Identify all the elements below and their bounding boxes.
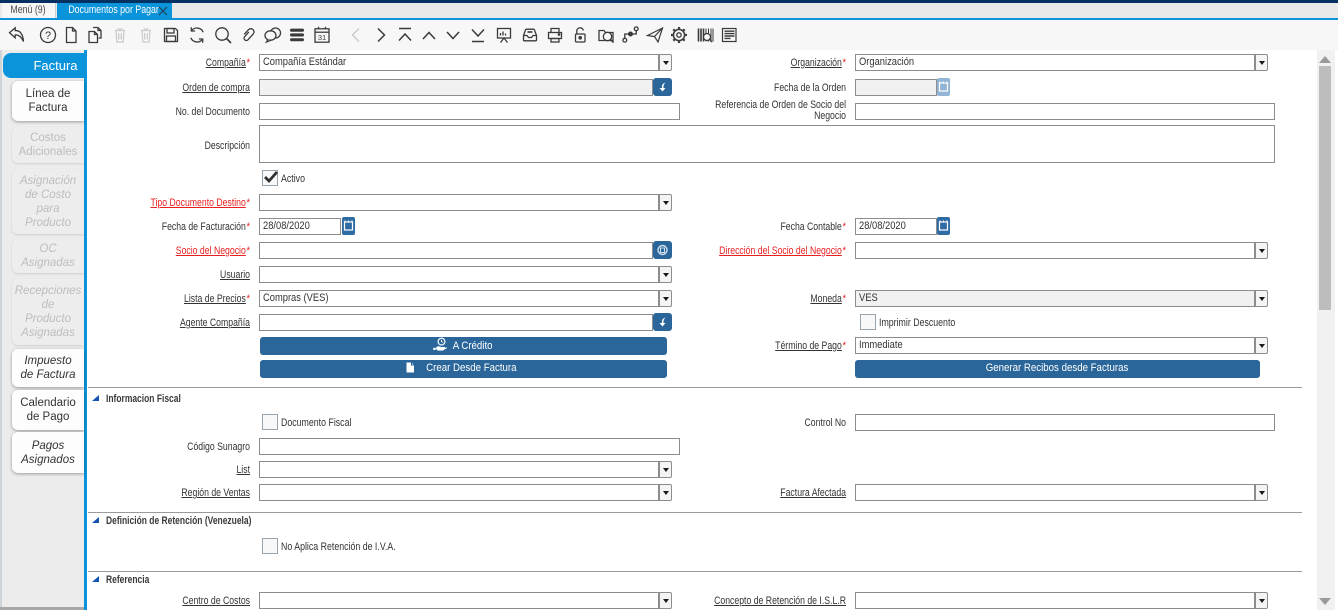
svg-text:?: ? <box>45 30 51 42</box>
svg-text:31: 31 <box>318 33 326 42</box>
